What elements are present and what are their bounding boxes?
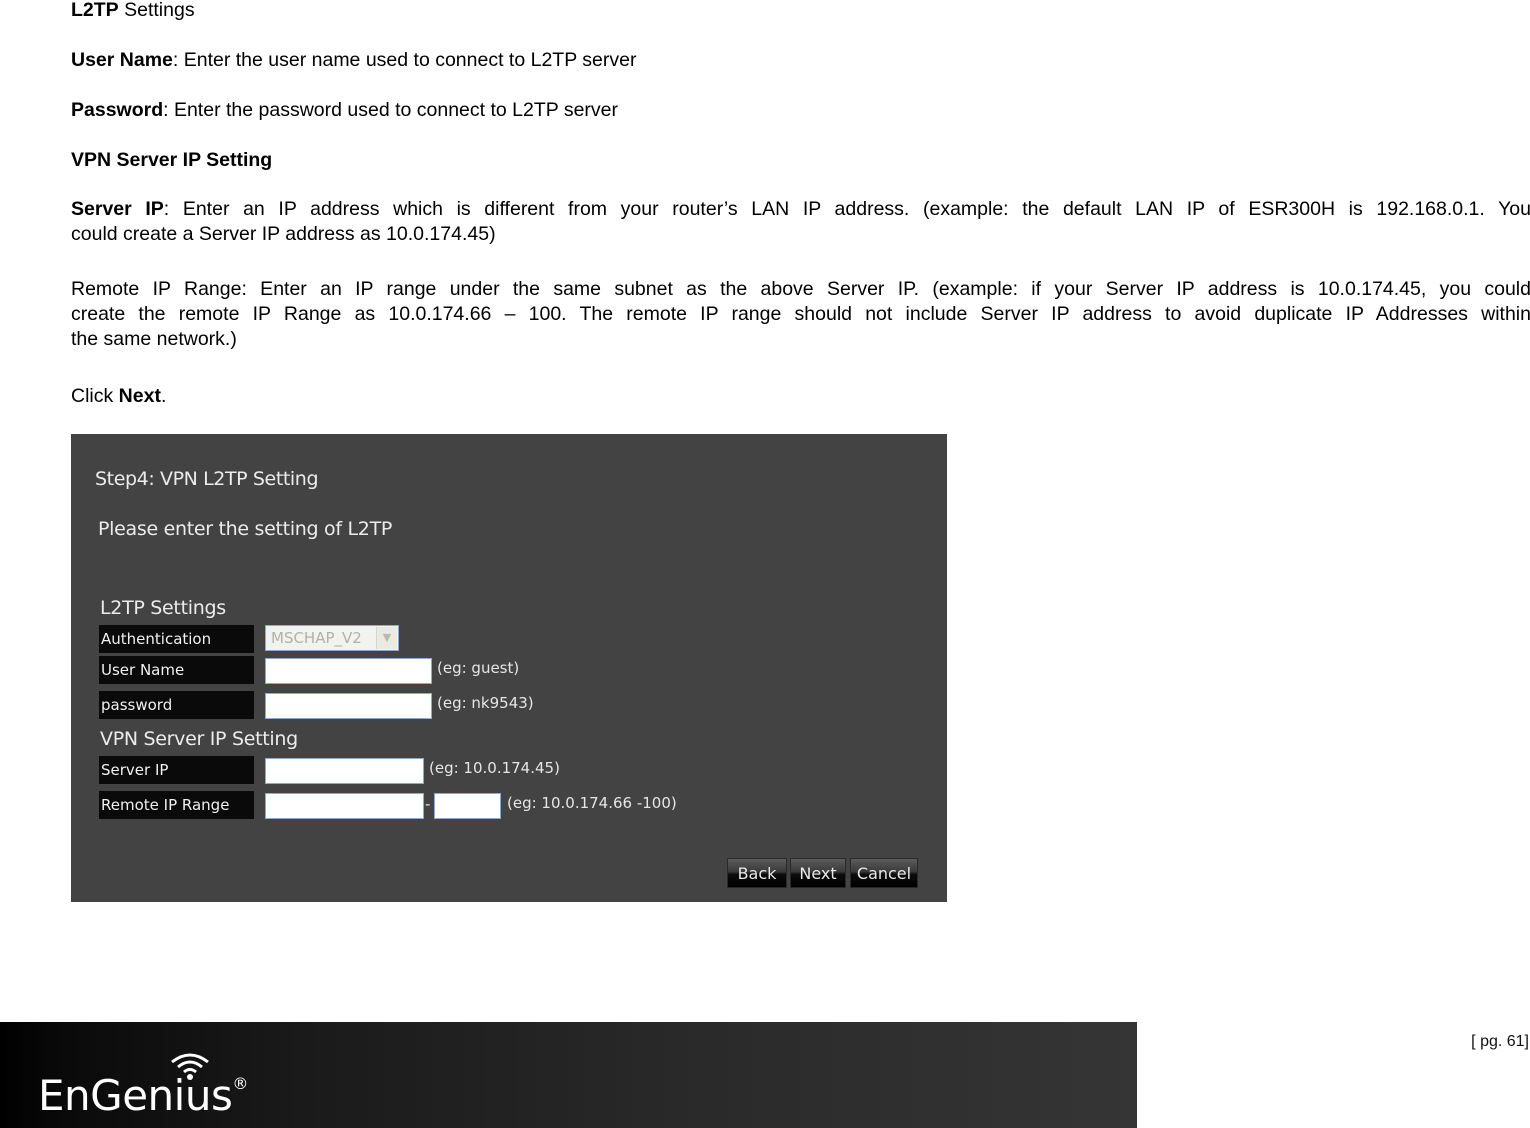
remote-ip-line-1: Remote IP Range: Enter an IP range under…	[71, 278, 1530, 300]
user-name-input[interactable]	[265, 658, 432, 684]
password-hint: (eg: nk9543)	[437, 694, 534, 712]
vpn-server-ip-heading: VPN Server IP Setting	[71, 149, 273, 171]
click-next-instruction: Click Next.	[71, 385, 167, 407]
authentication-value: MSCHAP_V2	[271, 629, 362, 647]
back-button[interactable]: Back	[727, 858, 787, 888]
user-name-hint: (eg: guest)	[437, 659, 520, 677]
remote-ip-end-input[interactable]	[434, 793, 501, 819]
l2tp-setting-screenshot: Step4: VPN L2TP Setting Please enter the…	[71, 434, 947, 902]
wizard-subtitle: Please enter the setting of L2TP	[98, 518, 393, 540]
registered-mark: ®	[232, 1074, 248, 1093]
brand-name: EnGenius®	[38, 1071, 248, 1120]
server-ip-hint: (eg: 10.0.174.45)	[429, 759, 560, 777]
remote-ip-range-description: Remote IP Range: Enter an IP range under…	[71, 277, 1530, 352]
next-button[interactable]: Next	[790, 858, 846, 888]
password-input[interactable]	[265, 693, 432, 719]
wizard-step-title: Step4: VPN L2TP Setting	[95, 468, 319, 490]
l2tp-settings-section-title: L2TP Settings	[100, 597, 226, 619]
remote-ip-range-label: Remote IP Range	[99, 791, 254, 819]
vpn-server-ip-section-title: VPN Server IP Setting	[100, 728, 298, 750]
cancel-button[interactable]: Cancel	[850, 858, 918, 888]
server-ip-label: Server IP	[99, 756, 254, 784]
remote-ip-start-input[interactable]	[265, 793, 424, 819]
user-name-label: User Name	[99, 656, 254, 684]
password-description: Password: Enter the password used to con…	[71, 99, 619, 121]
authentication-label: Authentication	[99, 625, 254, 653]
footer-banner: EnGenius®	[0, 1022, 1137, 1128]
page-number: [ pg. 61]	[1471, 1033, 1529, 1050]
user-name-description: User Name: Enter the user name used to c…	[71, 49, 637, 71]
server-ip-line-2: could create a Server IP address as 10.0…	[71, 223, 496, 245]
remote-ip-line-2: create the remote IP Range as 10.0.174.6…	[71, 303, 1530, 325]
remote-ip-line-3: the same network.)	[71, 328, 237, 350]
range-separator: -	[425, 795, 431, 813]
password-label: password	[99, 691, 254, 719]
remote-ip-range-hint: (eg: 10.0.174.66 -100)	[507, 794, 677, 812]
chevron-down-icon[interactable]: ▼	[376, 627, 397, 649]
authentication-select[interactable]: MSCHAP_V2 ▼	[265, 625, 399, 651]
server-ip-input[interactable]	[265, 758, 424, 784]
server-ip-line-1: Server IP: Enter an IP address which is …	[71, 198, 1530, 220]
l2tp-settings-heading: L2TP Settings	[71, 0, 195, 21]
server-ip-description: Server IP: Enter an IP address which is …	[71, 197, 1530, 247]
